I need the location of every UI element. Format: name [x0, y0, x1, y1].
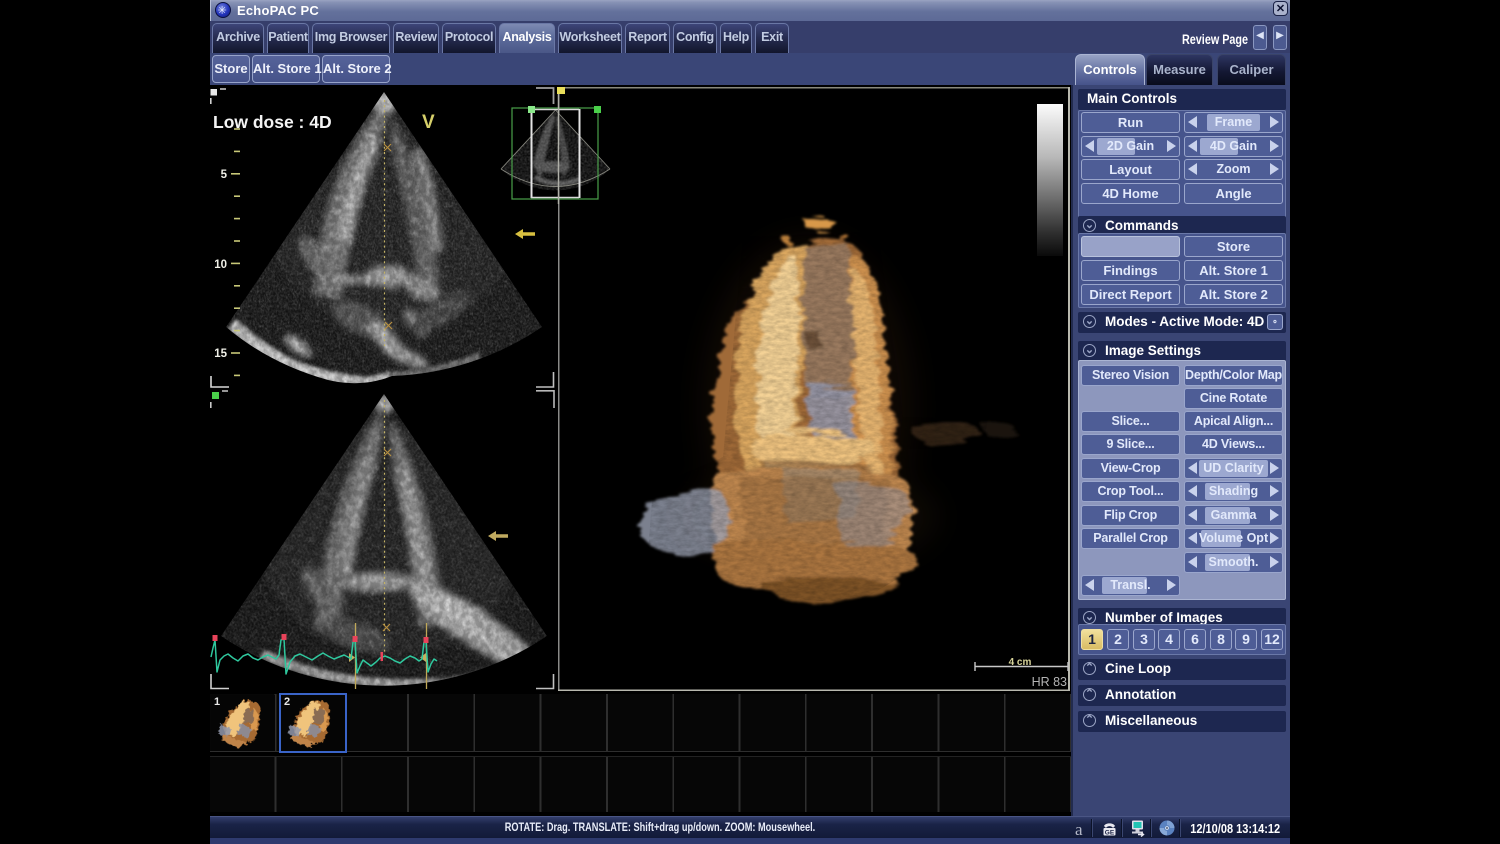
- svg-text:10: 10: [214, 259, 227, 271]
- svg-text:Low dose : 4D: Low dose : 4D: [213, 112, 332, 132]
- svg-text:GE: GE: [1105, 830, 1115, 837]
- svg-text:HR 83: HR 83: [1032, 675, 1067, 689]
- svg-text:V: V: [422, 112, 435, 133]
- svg-text:5: 5: [221, 169, 228, 181]
- svg-text:15: 15: [214, 348, 227, 360]
